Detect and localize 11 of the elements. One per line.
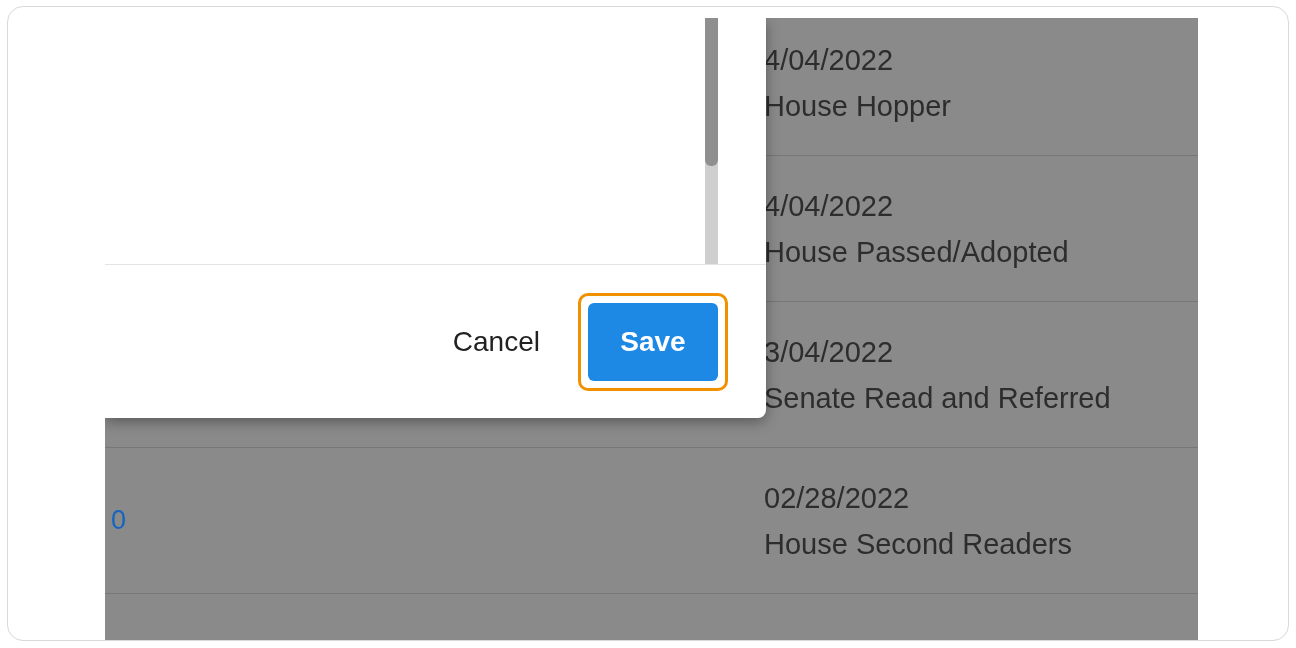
action-date: 4/04/2022 [764,188,893,224]
action-status: Senate Read and Referred [764,380,1111,416]
action-status: House Passed/Adopted [764,234,1069,270]
action-date: 02/28/2022 [764,480,910,516]
action-date: 4/04/2022 [764,42,893,78]
cancel-button[interactable]: Cancel [444,302,548,381]
action-status: House Second Readers [764,526,1072,562]
scrollbar[interactable] [705,18,718,264]
save-button[interactable]: Save [588,302,718,381]
action-date: 3/04/2022 [764,334,893,370]
action-status: House Hopper [764,88,951,124]
